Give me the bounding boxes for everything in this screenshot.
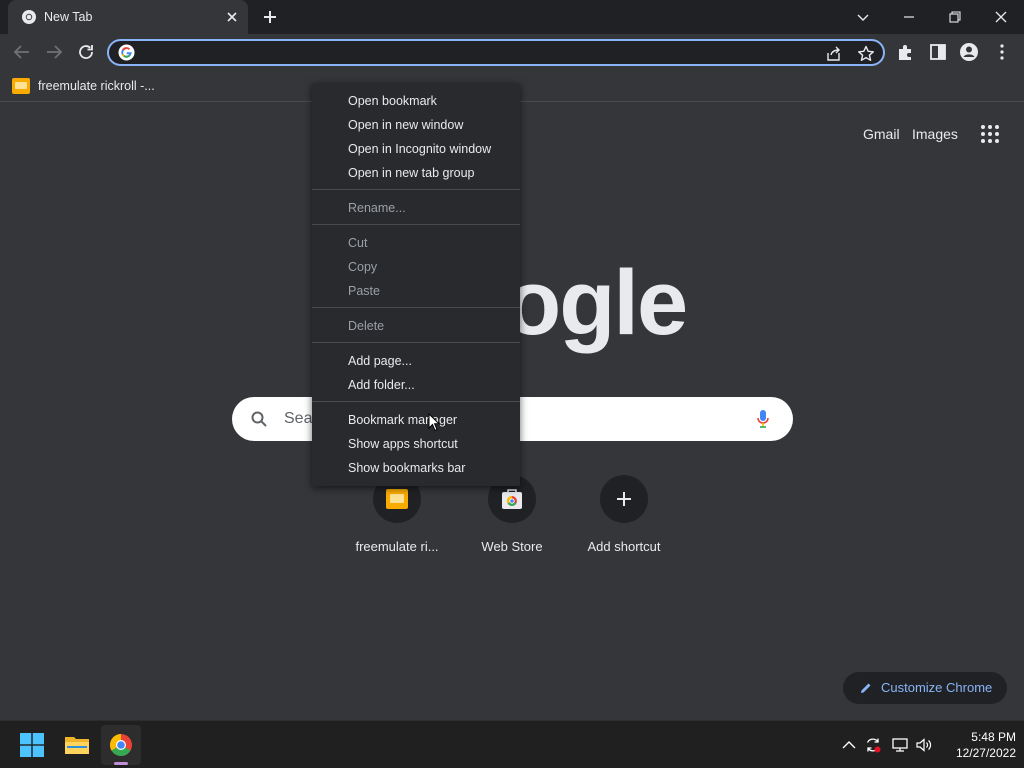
web-store-icon bbox=[502, 489, 522, 509]
mouse-cursor-icon bbox=[428, 413, 440, 432]
sync-icon[interactable] bbox=[864, 736, 882, 754]
slides-icon bbox=[386, 489, 408, 509]
slides-icon bbox=[12, 78, 30, 94]
profile-icon[interactable] bbox=[958, 41, 980, 63]
menu-separator bbox=[312, 224, 520, 225]
bookmark-context-menu: Open bookmark Open in new window Open in… bbox=[312, 83, 520, 486]
taskbar: 5:48 PM 12/27/2022 bbox=[0, 720, 1024, 768]
menu-separator bbox=[312, 342, 520, 343]
shortcut-add[interactable]: Add shortcut bbox=[568, 475, 680, 555]
new-tab-icon[interactable] bbox=[260, 7, 280, 27]
share-icon[interactable] bbox=[824, 44, 844, 64]
menu-item-open-bookmark[interactable]: Open bookmark bbox=[348, 94, 437, 108]
shortcut-label: Web Store bbox=[481, 539, 543, 554]
address-bar[interactable] bbox=[107, 39, 885, 66]
system-clock[interactable]: 5:48 PM 12/27/2022 bbox=[940, 729, 1016, 761]
menu-item-bookmark-manager[interactable]: Bookmark manager bbox=[348, 413, 457, 427]
menu-item-show-bookmarks-bar[interactable]: Show bookmarks bar bbox=[348, 461, 465, 475]
chrome-icon bbox=[22, 10, 36, 24]
images-link[interactable]: Images bbox=[912, 126, 958, 142]
start-button[interactable] bbox=[12, 725, 52, 765]
menu-separator bbox=[312, 401, 520, 402]
bookmark-label: freemulate rickroll -... bbox=[38, 79, 155, 93]
file-explorer-button[interactable] bbox=[57, 725, 97, 765]
google-apps-icon[interactable] bbox=[980, 124, 1000, 144]
close-tab-icon[interactable] bbox=[224, 9, 240, 25]
customize-chrome-button[interactable]: Customize Chrome bbox=[843, 672, 1007, 704]
tab-strip: New Tab bbox=[0, 0, 1024, 34]
network-icon[interactable] bbox=[891, 736, 909, 754]
menu-separator bbox=[312, 307, 520, 308]
chevron-up-icon[interactable] bbox=[840, 736, 858, 754]
google-logo: ogle bbox=[505, 252, 688, 354]
customize-label: Customize Chrome bbox=[881, 680, 993, 695]
plus-icon bbox=[617, 492, 631, 506]
address-input[interactable] bbox=[141, 43, 801, 63]
toolbar bbox=[0, 34, 1024, 70]
chrome-icon bbox=[110, 734, 132, 756]
search-placeholder: Sea bbox=[284, 410, 313, 427]
menu-separator bbox=[312, 189, 520, 190]
tab-title: New Tab bbox=[44, 10, 93, 24]
shortcut-web-store[interactable]: Web Store bbox=[456, 475, 568, 555]
folder-icon bbox=[65, 737, 89, 754]
menu-item-delete[interactable]: Delete bbox=[348, 319, 384, 333]
tab-new-tab[interactable]: New Tab bbox=[8, 0, 248, 34]
restore-icon[interactable] bbox=[944, 6, 966, 28]
close-window-icon[interactable] bbox=[990, 6, 1012, 28]
shortcut-label: Add shortcut bbox=[587, 539, 661, 554]
shortcut-icon-bg bbox=[600, 475, 648, 523]
menu-item-open-tab-group[interactable]: Open in new tab group bbox=[348, 166, 474, 180]
pencil-icon bbox=[861, 683, 871, 693]
bookmark-freemulate[interactable]: freemulate rickroll -... bbox=[12, 75, 155, 97]
minimize-icon[interactable] bbox=[898, 6, 920, 28]
menu-item-paste[interactable]: Paste bbox=[348, 284, 380, 298]
menu-item-rename[interactable]: Rename... bbox=[348, 201, 406, 215]
clock-date: 12/27/2022 bbox=[955, 746, 1016, 760]
menu-item-add-folder[interactable]: Add folder... bbox=[348, 378, 415, 392]
back-icon[interactable] bbox=[11, 41, 33, 63]
menu-kebab-icon[interactable] bbox=[991, 41, 1013, 63]
bookmark-star-icon[interactable] bbox=[856, 44, 876, 64]
active-indicator bbox=[114, 762, 128, 765]
menu-item-open-new-window[interactable]: Open in new window bbox=[348, 118, 463, 132]
side-panel-icon[interactable] bbox=[927, 41, 949, 63]
reload-icon[interactable] bbox=[75, 41, 97, 63]
tab-search-icon[interactable] bbox=[852, 6, 874, 28]
menu-item-open-incognito[interactable]: Open in Incognito window bbox=[348, 142, 491, 156]
forward-icon[interactable] bbox=[43, 41, 65, 63]
gmail-link[interactable]: Gmail bbox=[863, 126, 900, 142]
menu-item-copy[interactable]: Copy bbox=[348, 260, 377, 274]
windows-icon bbox=[20, 733, 44, 757]
menu-item-show-apps-shortcut[interactable]: Show apps shortcut bbox=[348, 437, 458, 451]
search-icon bbox=[251, 411, 267, 427]
volume-icon[interactable] bbox=[915, 736, 933, 754]
google-g-icon bbox=[118, 44, 135, 61]
microphone-icon[interactable] bbox=[755, 408, 771, 430]
menu-item-add-page[interactable]: Add page... bbox=[348, 354, 412, 368]
chrome-taskbar-button[interactable] bbox=[101, 725, 141, 765]
shortcut-label: freemulate ri... bbox=[355, 539, 439, 554]
menu-item-cut[interactable]: Cut bbox=[348, 236, 367, 250]
clock-time: 5:48 PM bbox=[971, 730, 1016, 744]
extensions-icon[interactable] bbox=[895, 41, 917, 63]
shortcut-freemulate[interactable]: freemulate ri... bbox=[341, 475, 453, 555]
